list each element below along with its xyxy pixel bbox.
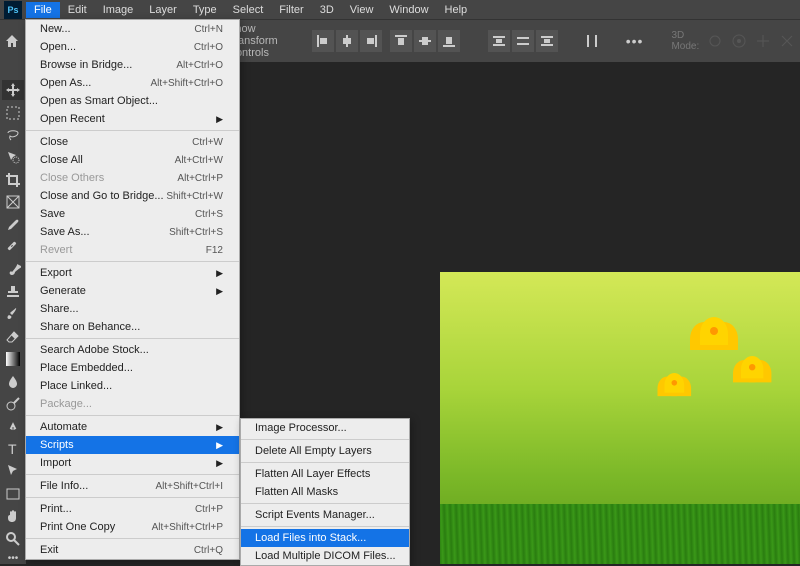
eraser-tool[interactable]: [2, 327, 24, 347]
tools-panel: T •••: [0, 62, 26, 564]
scripts-menu-image-processor-[interactable]: Image Processor...: [241, 419, 409, 437]
distribute-bottom-icon[interactable]: [536, 30, 558, 52]
align-top-icon[interactable]: [390, 30, 412, 52]
file-menu-open-recent[interactable]: Open Recent▶: [26, 110, 239, 128]
file-menu-place-linked-[interactable]: Place Linked...: [26, 377, 239, 395]
home-icon[interactable]: [4, 29, 20, 53]
scripts-menu-flatten-all-layer-effects[interactable]: Flatten All Layer Effects: [241, 465, 409, 483]
menu-image[interactable]: Image: [95, 2, 142, 18]
align-group-2: [390, 30, 460, 52]
menu-view[interactable]: View: [342, 2, 382, 18]
eyedropper-tool[interactable]: [2, 215, 24, 235]
dodge-tool[interactable]: [2, 394, 24, 414]
rectangle-tool[interactable]: [2, 484, 24, 504]
file-menu-close-and-go-to-bridge-[interactable]: Close and Go to Bridge...Shift+Ctrl+W: [26, 187, 239, 205]
path-select-tool[interactable]: [2, 461, 24, 481]
file-menu-print-one-copy[interactable]: Print One CopyAlt+Shift+Ctrl+P: [26, 518, 239, 536]
marquee-tool[interactable]: [2, 102, 24, 122]
healing-tool[interactable]: [2, 237, 24, 257]
distribute-group: [488, 30, 558, 52]
lasso-tool[interactable]: [2, 125, 24, 145]
3d-roll-icon: [731, 33, 747, 49]
file-menu-close[interactable]: CloseCtrl+W: [26, 133, 239, 151]
file-menu-open-as-smart-object-[interactable]: Open as Smart Object...: [26, 92, 239, 110]
file-menu-close-all[interactable]: Close AllAlt+Ctrl+W: [26, 151, 239, 169]
3d-pan-icon: [755, 33, 771, 49]
type-tool[interactable]: T: [2, 439, 24, 459]
more-options-icon[interactable]: •••: [626, 33, 644, 49]
3d-orbit-icon: [707, 33, 723, 49]
file-menu-save-as-[interactable]: Save As...Shift+Ctrl+S: [26, 223, 239, 241]
distribute-top-icon[interactable]: [488, 30, 510, 52]
file-menu-place-embedded-[interactable]: Place Embedded...: [26, 359, 239, 377]
file-menu-browse-in-bridge-[interactable]: Browse in Bridge...Alt+Ctrl+O: [26, 56, 239, 74]
file-menu-open-[interactable]: Open...Ctrl+O: [26, 38, 239, 56]
pen-tool[interactable]: [2, 416, 24, 436]
file-menu-file-info-[interactable]: File Info...Alt+Shift+Ctrl+I: [26, 477, 239, 495]
quick-select-tool[interactable]: [2, 147, 24, 167]
move-tool[interactable]: [2, 80, 24, 100]
scripts-menu-load-multiple-dicom-files-[interactable]: Load Multiple DICOM Files...: [241, 547, 409, 565]
file-menu-search-adobe-stock-[interactable]: Search Adobe Stock...: [26, 341, 239, 359]
file-menu-dropdown: New...Ctrl+NOpen...Ctrl+OBrowse in Bridg…: [25, 19, 240, 560]
scripts-submenu-dropdown: Image Processor... Delete All Empty Layer…: [240, 418, 410, 566]
menu-type[interactable]: Type: [185, 2, 225, 18]
align-vcenter-icon[interactable]: [414, 30, 436, 52]
file-menu-generate[interactable]: Generate▶: [26, 282, 239, 300]
menu-layer[interactable]: Layer: [141, 2, 185, 18]
file-menu-scripts[interactable]: Scripts▶: [26, 436, 239, 454]
crop-tool[interactable]: [2, 170, 24, 190]
file-menu-save[interactable]: SaveCtrl+S: [26, 205, 239, 223]
3d-mode-label: 3D Mode:: [671, 30, 699, 52]
menu-help[interactable]: Help: [437, 2, 476, 18]
menu-edit[interactable]: Edit: [60, 2, 95, 18]
file-menu-share-on-behance-[interactable]: Share on Behance...: [26, 318, 239, 336]
file-menu-print-[interactable]: Print...Ctrl+P: [26, 500, 239, 518]
menu-file[interactable]: File: [26, 2, 60, 18]
scripts-menu-load-files-into-stack-[interactable]: Load Files into Stack...: [241, 529, 409, 547]
menubar: Ps FileEditImageLayerTypeSelectFilter3DV…: [0, 0, 800, 19]
gradient-tool[interactable]: [2, 349, 24, 369]
3d-slide-icon: [779, 33, 795, 49]
align-bottom-icon[interactable]: [438, 30, 460, 52]
frame-tool[interactable]: [2, 192, 24, 212]
file-menu-open-as-[interactable]: Open As...Alt+Shift+Ctrl+O: [26, 74, 239, 92]
ps-logo: Ps: [4, 1, 22, 19]
file-menu-new-[interactable]: New...Ctrl+N: [26, 20, 239, 38]
scripts-menu-delete-all-empty-layers[interactable]: Delete All Empty Layers: [241, 442, 409, 460]
menu-3d[interactable]: 3D: [312, 2, 342, 18]
file-menu-automate[interactable]: Automate▶: [26, 418, 239, 436]
blur-tool[interactable]: [2, 371, 24, 391]
file-menu-share-[interactable]: Share...: [26, 300, 239, 318]
menu-filter[interactable]: Filter: [271, 2, 311, 18]
align-group-1: [312, 30, 382, 52]
align-hcenter-icon[interactable]: [336, 30, 358, 52]
distribute-vcenter-icon[interactable]: [512, 30, 534, 52]
scripts-menu-script-events-manager-[interactable]: Script Events Manager...: [241, 506, 409, 524]
scripts-menu-flatten-all-masks[interactable]: Flatten All Masks: [241, 483, 409, 501]
stamp-tool[interactable]: [2, 282, 24, 302]
align-left-icon[interactable]: [312, 30, 334, 52]
hand-tool[interactable]: [2, 506, 24, 526]
file-menu-import[interactable]: Import▶: [26, 454, 239, 472]
menu-window[interactable]: Window: [381, 2, 436, 18]
file-menu-exit[interactable]: ExitCtrl+Q: [26, 541, 239, 559]
file-menu-export[interactable]: Export▶: [26, 264, 239, 282]
file-menu-revert: RevertF12: [26, 241, 239, 259]
brush-tool[interactable]: [2, 259, 24, 279]
history-brush-tool[interactable]: [2, 304, 24, 324]
edit-toolbar-icon[interactable]: •••: [8, 553, 19, 564]
menu-select[interactable]: Select: [225, 2, 272, 18]
file-menu-package-: Package...: [26, 395, 239, 413]
file-menu-close-others: Close OthersAlt+Ctrl+P: [26, 169, 239, 187]
distribute-h-icon[interactable]: [586, 30, 598, 52]
zoom-tool[interactable]: [2, 528, 24, 548]
align-right-icon[interactable]: [360, 30, 382, 52]
svg-text:T: T: [8, 441, 17, 457]
canvas-image: [440, 272, 800, 564]
